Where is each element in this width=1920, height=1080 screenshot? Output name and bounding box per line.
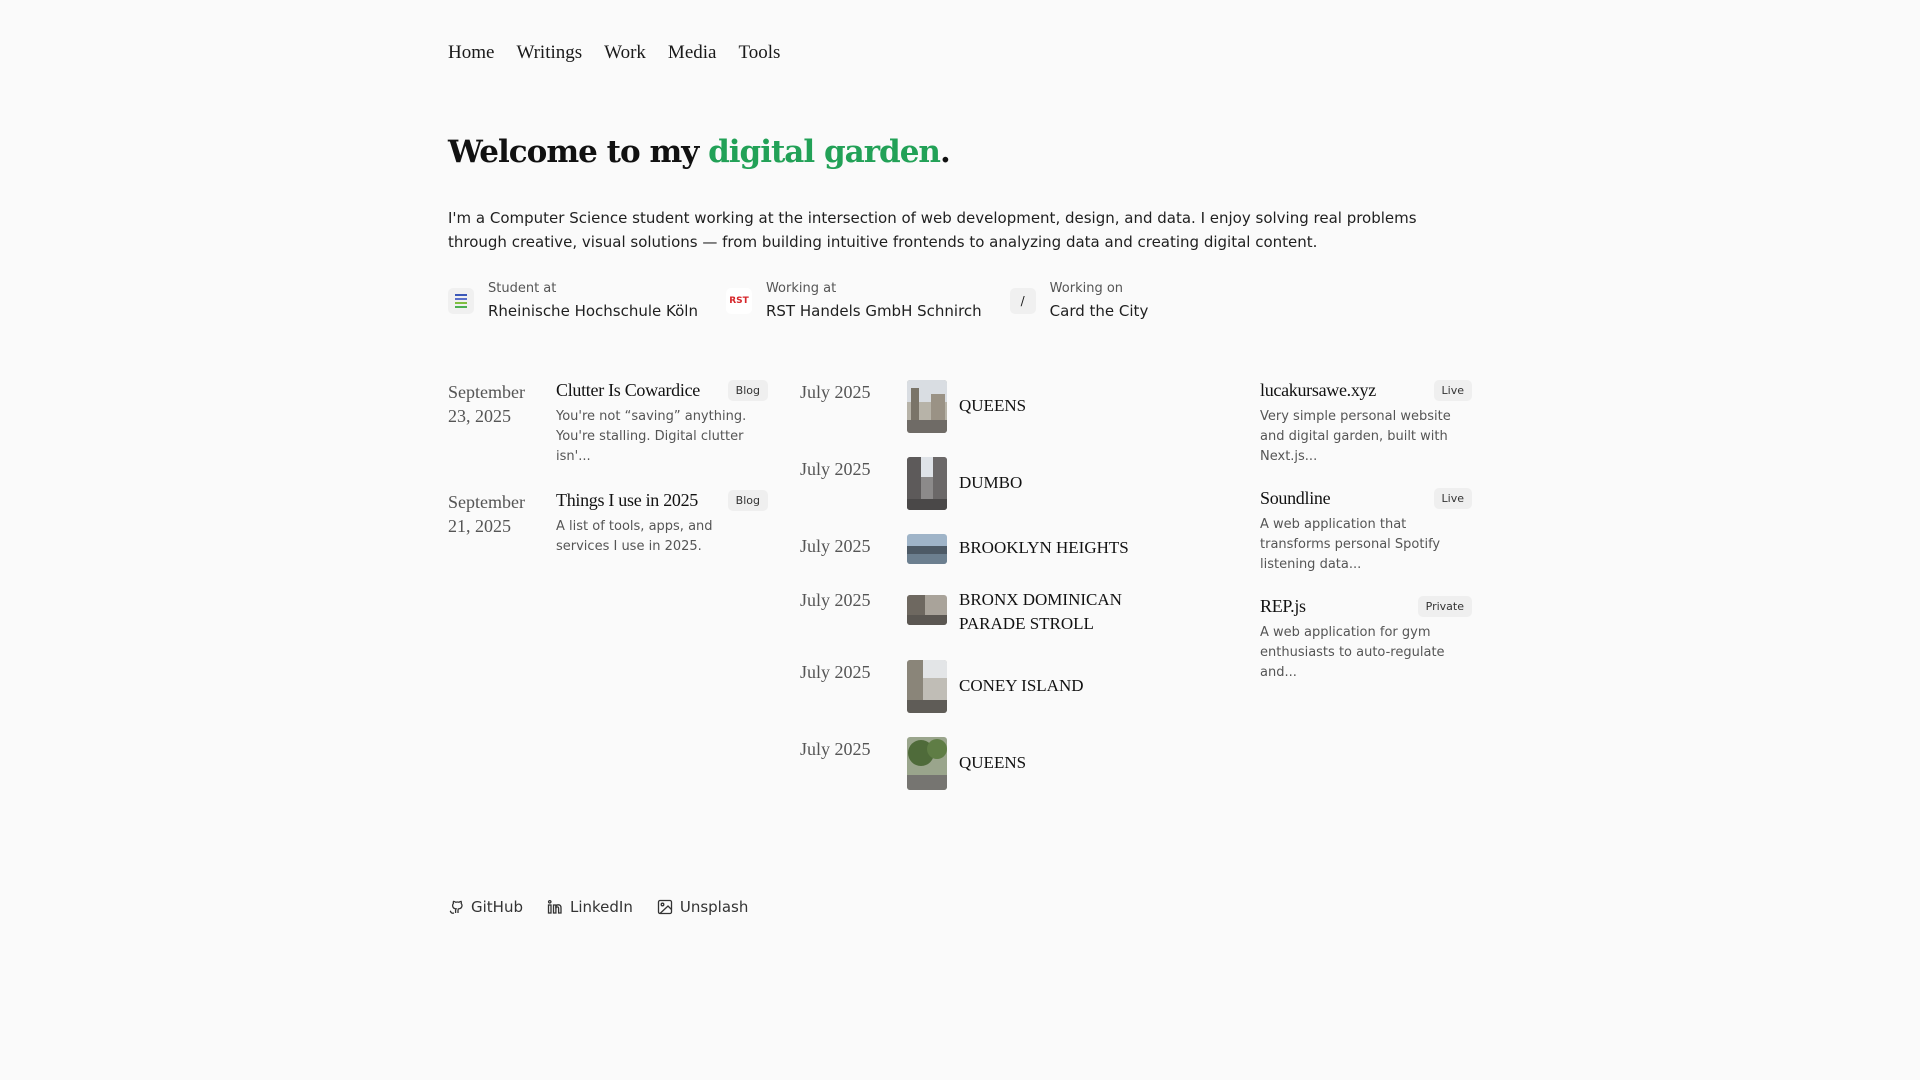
title-prefix: Welcome to my xyxy=(448,134,709,170)
affiliation-caption: Working on xyxy=(1049,281,1124,296)
affiliation-employer: RST Working at RST Handels GmbH Schnirch xyxy=(725,280,982,320)
media-item[interactable]: July 2025 DUMBO xyxy=(800,457,1160,534)
affiliation-name[interactable]: Rheinische Hochschule Köln xyxy=(488,302,698,320)
writing-excerpt: You're not “saving” anything. You're sta… xyxy=(556,409,747,464)
work-excerpt: Very simple personal website and digital… xyxy=(1260,409,1451,464)
unsplash-label: Unsplash xyxy=(679,898,749,916)
work-status-badge: Live xyxy=(1433,380,1472,401)
footer-links: GitHub LinkedIn Unsplash xyxy=(448,898,748,916)
media-thumbnail[interactable] xyxy=(907,737,947,790)
affiliation-caption: Working at xyxy=(765,281,837,296)
media-thumbnail[interactable] xyxy=(907,457,947,510)
writing-badge: Blog xyxy=(727,380,768,401)
media-label: DUMBO xyxy=(959,473,1023,492)
media-thumbnail[interactable] xyxy=(907,660,947,713)
intro-text: I'm a Computer Science student working a… xyxy=(448,209,1417,251)
media-item[interactable]: July 2025 QUEENS xyxy=(800,737,1160,797)
media-label: BROOKLYN HEIGHTS xyxy=(959,538,1129,557)
linkedin-label: LinkedIn xyxy=(569,898,633,916)
media-date: July 2025 xyxy=(800,739,871,759)
affiliation-university: Student at Rheinische Hochschule Köln xyxy=(448,280,698,320)
work-status-badge: Private xyxy=(1417,596,1472,617)
media-date: July 2025 xyxy=(800,459,871,479)
media-item[interactable]: July 2025 QUEENS xyxy=(800,380,1160,457)
writing-item[interactable]: September 21, 2025 Things I use in 2025 … xyxy=(448,490,768,557)
work-item[interactable]: REP.js Private A web application for gym… xyxy=(1260,596,1472,683)
work-status-badge: Live xyxy=(1433,488,1472,509)
page-title: Welcome to my digital garden. xyxy=(448,134,951,170)
affiliations: Student at Rheinische Hochschule Köln RS… xyxy=(448,280,1148,320)
writings-list: September 23, 2025 Clutter Is Cowardice … xyxy=(448,380,768,580)
media-thumbnail[interactable] xyxy=(907,595,947,625)
work-title[interactable]: REP.js xyxy=(1260,596,1306,617)
media-label: CONEY ISLAND xyxy=(959,676,1084,695)
media-date: July 2025 xyxy=(800,590,871,610)
affiliation-name[interactable]: RST Handels GmbH Schnirch xyxy=(766,302,982,320)
writing-title[interactable]: Clutter Is Cowardice xyxy=(556,380,700,401)
linkedin-link[interactable]: LinkedIn xyxy=(547,898,633,916)
writing-date: September 21, 2025 xyxy=(448,492,525,536)
writing-excerpt: A list of tools, apps, and services I us… xyxy=(556,519,713,554)
media-date: July 2025 xyxy=(800,382,871,402)
nav-writings[interactable]: Writings xyxy=(516,42,582,64)
affiliation-project: / Working on Card the City xyxy=(1009,280,1149,320)
work-item[interactable]: Soundline Live A web application that tr… xyxy=(1260,488,1472,575)
work-excerpt: A web application that transforms person… xyxy=(1260,517,1441,572)
work-title[interactable]: Soundline xyxy=(1260,488,1331,509)
work-excerpt: A web application for gym enthusiasts to… xyxy=(1260,625,1445,680)
media-thumbnail[interactable] xyxy=(907,380,947,433)
linkedin-icon xyxy=(547,899,562,914)
writing-badge: Blog xyxy=(727,490,768,511)
media-item[interactable]: July 2025 BROOKLYN HEIGHTS xyxy=(800,534,1160,588)
work-item[interactable]: lucakursawe.xyz Live Very simple persona… xyxy=(1260,380,1472,467)
nav-tools[interactable]: Tools xyxy=(738,42,780,64)
university-logo-icon xyxy=(448,288,474,314)
writing-title[interactable]: Things I use in 2025 xyxy=(556,490,698,511)
media-label: QUEENS xyxy=(959,396,1027,415)
main-nav: Home Writings Work Media Tools xyxy=(448,42,780,64)
work-title[interactable]: lucakursawe.xyz xyxy=(1260,380,1376,401)
media-item[interactable]: July 2025 BRONX DOMINICAN PARADE STROLL xyxy=(800,588,1160,660)
affiliation-name[interactable]: Card the City xyxy=(1050,302,1149,320)
affiliation-caption: Student at xyxy=(488,281,557,296)
rst-logo-icon: RST xyxy=(725,288,752,314)
media-label: QUEENS xyxy=(959,753,1027,772)
github-link[interactable]: GitHub xyxy=(448,898,523,916)
media-date: July 2025 xyxy=(800,536,871,556)
writing-item[interactable]: September 23, 2025 Clutter Is Cowardice … xyxy=(448,380,768,467)
media-thumbnail[interactable] xyxy=(907,534,947,564)
unsplash-link[interactable]: Unsplash xyxy=(657,898,749,916)
nav-work[interactable]: Work xyxy=(604,42,646,64)
title-accent: digital garden xyxy=(708,134,941,170)
nav-media[interactable]: Media xyxy=(668,42,717,64)
github-icon xyxy=(449,900,463,914)
title-suffix: . xyxy=(939,134,951,170)
nav-home[interactable]: Home xyxy=(448,42,494,64)
card-the-city-logo-icon: / xyxy=(1009,288,1036,314)
media-date: July 2025 xyxy=(800,662,871,682)
github-label: GitHub xyxy=(471,898,523,916)
media-item[interactable]: July 2025 CONEY ISLAND xyxy=(800,660,1160,737)
media-list: July 2025 QUEENS July 2025 DUMBO July 20… xyxy=(800,380,1160,797)
work-list: lucakursawe.xyz Live Very simple persona… xyxy=(1260,380,1472,704)
writing-date: September 23, 2025 xyxy=(448,382,525,426)
media-label: BRONX DOMINICAN PARADE STROLL xyxy=(959,590,1122,633)
image-icon xyxy=(657,899,673,915)
